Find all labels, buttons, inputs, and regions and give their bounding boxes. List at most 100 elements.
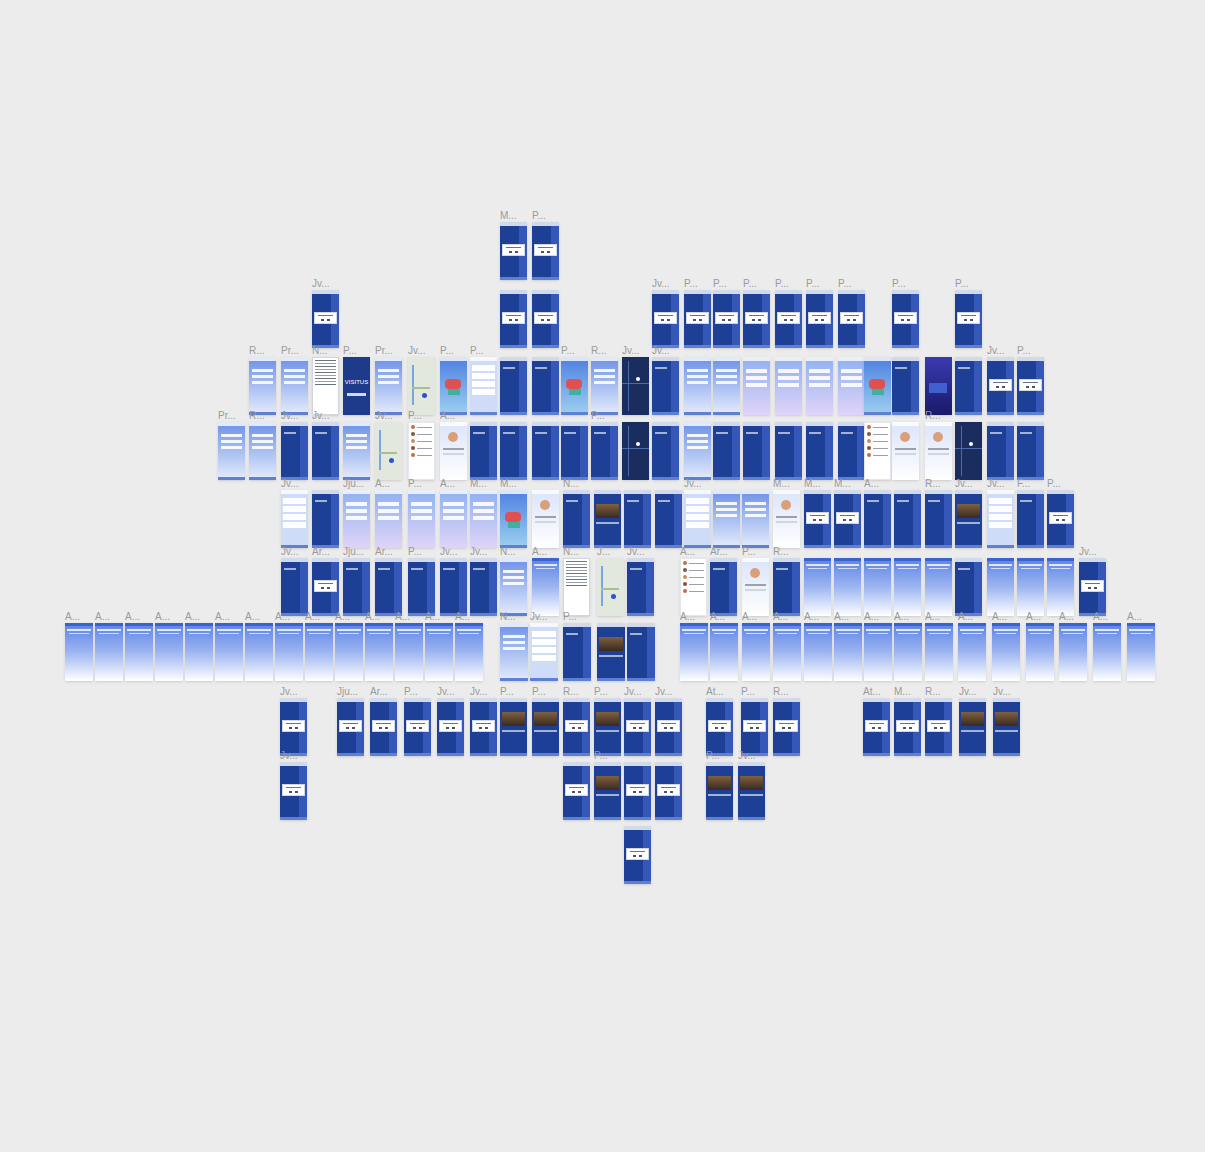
artboard[interactable] — [365, 623, 393, 681]
artboard[interactable] — [530, 623, 558, 681]
artboard[interactable] — [280, 762, 307, 820]
artboard[interactable] — [713, 422, 740, 480]
artboard-label[interactable]: P... — [741, 686, 755, 697]
artboard[interactable] — [710, 623, 738, 681]
artboard[interactable]: VISITUS — [343, 357, 370, 415]
artboard[interactable] — [773, 698, 800, 756]
artboard-label[interactable]: A... — [375, 478, 390, 489]
artboard[interactable] — [834, 490, 861, 548]
artboard[interactable] — [1079, 558, 1106, 616]
artboard-label[interactable]: A... — [804, 611, 819, 622]
artboard[interactable] — [1047, 558, 1074, 616]
artboard[interactable] — [470, 558, 497, 616]
artboard[interactable] — [532, 222, 559, 280]
artboard-label[interactable]: P... — [594, 750, 608, 761]
artboard-label[interactable]: Jju... — [343, 546, 364, 557]
artboard[interactable] — [500, 558, 527, 616]
artboard-label[interactable]: A... — [992, 611, 1007, 622]
artboard[interactable] — [437, 698, 464, 756]
artboard[interactable] — [655, 490, 682, 548]
artboard[interactable] — [775, 357, 802, 415]
artboard-label[interactable]: P... — [561, 345, 575, 356]
artboard-label[interactable]: R... — [249, 410, 265, 421]
artboard[interactable] — [470, 698, 497, 756]
artboard-label[interactable]: M... — [804, 478, 821, 489]
artboard[interactable] — [95, 623, 123, 681]
artboard-label[interactable]: N... — [500, 546, 516, 557]
artboard-label[interactable]: M... — [500, 210, 517, 221]
artboard[interactable] — [684, 290, 711, 348]
artboard[interactable] — [773, 558, 800, 616]
artboard-label[interactable]: R... — [249, 345, 265, 356]
artboard[interactable] — [894, 490, 921, 548]
artboard[interactable] — [1047, 490, 1074, 548]
artboard-label[interactable]: R... — [773, 546, 789, 557]
artboard-label[interactable]: Jv... — [627, 546, 645, 557]
artboard-label[interactable]: A... — [365, 611, 380, 622]
artboard-label[interactable]: F... — [1017, 478, 1030, 489]
artboard[interactable] — [713, 490, 740, 548]
artboard[interactable] — [404, 698, 431, 756]
artboard-label[interactable]: Jv... — [408, 345, 426, 356]
artboard-label[interactable]: P... — [955, 278, 969, 289]
artboard-label[interactable]: A... — [834, 611, 849, 622]
artboard[interactable] — [925, 558, 952, 616]
artboard[interactable] — [343, 558, 370, 616]
artboard[interactable] — [955, 422, 982, 480]
artboard[interactable] — [563, 762, 590, 820]
artboard[interactable] — [597, 558, 624, 616]
artboard[interactable] — [395, 623, 423, 681]
artboard[interactable] — [561, 422, 588, 480]
artboard-label[interactable]: R... — [563, 686, 579, 697]
artboard-label[interactable]: P... — [1047, 478, 1061, 489]
artboard-label[interactable]: A... — [925, 611, 940, 622]
artboard[interactable] — [425, 623, 453, 681]
artboard[interactable] — [281, 490, 308, 548]
artboard[interactable] — [337, 698, 364, 756]
artboard-label[interactable]: A... — [864, 611, 879, 622]
artboard[interactable] — [1093, 623, 1121, 681]
artboard-label[interactable]: Jv... — [655, 686, 673, 697]
artboard[interactable] — [655, 698, 682, 756]
artboard[interactable] — [987, 558, 1014, 616]
artboard[interactable] — [408, 558, 435, 616]
artboard-label[interactable]: At... — [706, 686, 724, 697]
artboard-label[interactable]: A... — [440, 410, 455, 421]
artboard-label[interactable]: Jv... — [987, 478, 1005, 489]
artboard-label[interactable]: P... — [1017, 345, 1031, 356]
artboard[interactable] — [775, 290, 802, 348]
artboard-label[interactable]: Jv... — [684, 478, 702, 489]
artboard[interactable] — [773, 623, 801, 681]
artboard[interactable] — [597, 623, 625, 681]
artboard[interactable] — [305, 623, 333, 681]
artboard[interactable] — [622, 357, 649, 415]
artboard[interactable] — [713, 357, 740, 415]
artboard-label[interactable]: P... — [408, 546, 422, 557]
artboard[interactable] — [470, 357, 497, 415]
artboard-label[interactable]: Jv... — [1079, 546, 1097, 557]
artboard[interactable] — [65, 623, 93, 681]
artboard[interactable] — [281, 422, 308, 480]
artboard[interactable] — [500, 698, 527, 756]
artboard[interactable] — [773, 490, 800, 548]
artboard[interactable] — [743, 290, 770, 348]
artboard-label[interactable]: Ar... — [710, 546, 728, 557]
artboard[interactable] — [245, 623, 273, 681]
artboard[interactable] — [594, 762, 621, 820]
artboard-label[interactable]: R... — [591, 345, 607, 356]
artboard-label[interactable]: A... — [455, 611, 470, 622]
artboard-label[interactable]: At... — [863, 686, 881, 697]
artboard-label[interactable]: Jv... — [312, 410, 330, 421]
artboard-label[interactable]: Jv... — [652, 345, 670, 356]
artboard-label[interactable]: P... — [532, 210, 546, 221]
artboard-label[interactable]: P... — [591, 410, 605, 421]
artboard[interactable] — [335, 623, 363, 681]
artboard[interactable] — [1017, 422, 1044, 480]
artboard[interactable] — [838, 422, 865, 480]
artboard-label[interactable]: R... — [925, 686, 941, 697]
artboard[interactable] — [532, 558, 559, 616]
artboard[interactable] — [834, 558, 861, 616]
artboard-label[interactable]: P... — [440, 345, 454, 356]
artboard[interactable] — [892, 422, 919, 480]
artboard[interactable] — [955, 558, 982, 616]
